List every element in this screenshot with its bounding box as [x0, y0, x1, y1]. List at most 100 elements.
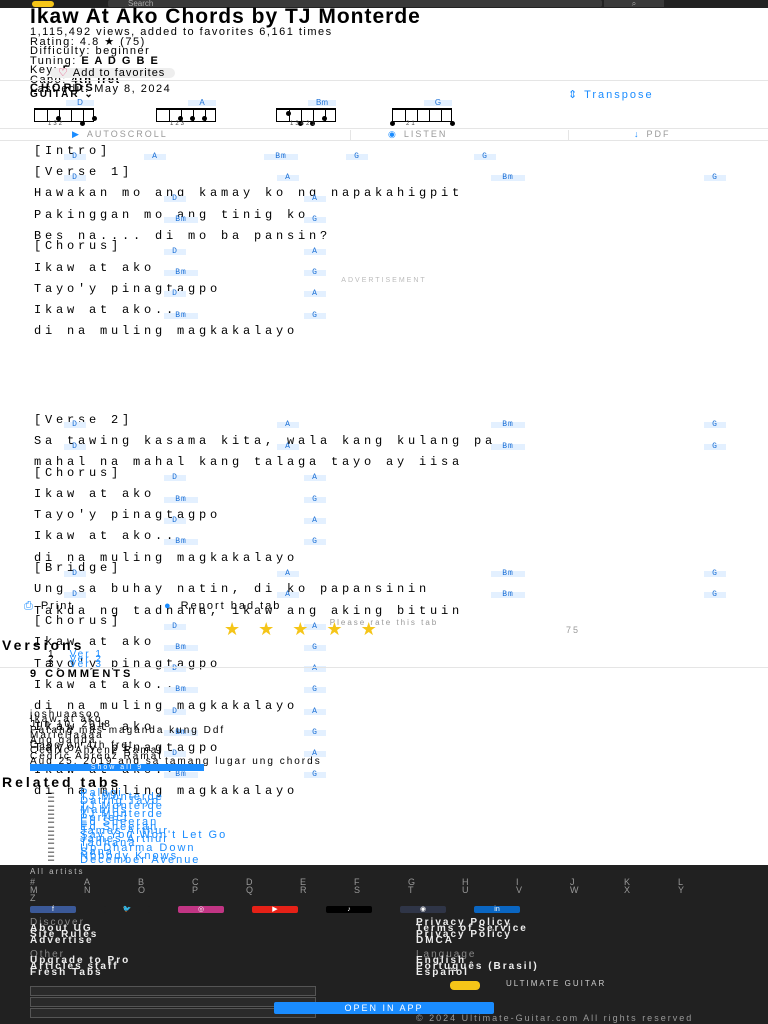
- chord-d[interactable]: D: [164, 516, 186, 524]
- chord-d[interactable]: D: [64, 173, 86, 181]
- chord-g[interactable]: G: [304, 538, 326, 546]
- chord-d[interactable]: D: [64, 591, 86, 599]
- letter-link[interactable]: W: [570, 885, 581, 895]
- chord-bm[interactable]: Bm: [164, 538, 198, 546]
- discord-icon[interactable]: ◉: [400, 906, 446, 913]
- chord-d[interactable]: D: [64, 569, 86, 577]
- chord-g[interactable]: G: [304, 728, 326, 736]
- chord-d[interactable]: D: [164, 707, 186, 715]
- tuning-line: Tuning: E A D G B E: [30, 54, 160, 67]
- chord-g[interactable]: G: [704, 173, 726, 181]
- chord-a[interactable]: A: [304, 290, 326, 298]
- chord-bm[interactable]: Bm: [491, 569, 525, 577]
- chord-a[interactable]: A: [304, 248, 326, 256]
- chord-g[interactable]: G: [304, 216, 326, 224]
- star-icon[interactable]: ★: [361, 619, 395, 639]
- chord-bm[interactable]: Bm: [491, 173, 525, 181]
- chord-a[interactable]: A: [304, 516, 326, 524]
- chord-g[interactable]: G: [304, 269, 326, 277]
- chord-bm[interactable]: Bm: [491, 442, 525, 450]
- chord-g[interactable]: G: [304, 686, 326, 694]
- letter-link[interactable]: O: [138, 885, 147, 895]
- all-artists-link[interactable]: All artists: [30, 867, 84, 876]
- chord-d[interactable]: D: [64, 442, 86, 450]
- chord-g[interactable]: G: [304, 644, 326, 652]
- tiktok-icon[interactable]: ♪: [326, 906, 372, 913]
- instagram-icon[interactable]: ◎: [178, 906, 224, 913]
- instrument-select[interactable]: GUITAR ⌄: [30, 90, 95, 100]
- chord-bm[interactable]: Bm: [164, 644, 198, 652]
- chord-bm[interactable]: Bm: [164, 311, 198, 319]
- chord-d[interactable]: D: [64, 421, 86, 429]
- chord-diagram-bm[interactable]: Bm 13421: [276, 99, 372, 127]
- chord-a[interactable]: A: [304, 474, 326, 482]
- chord-a[interactable]: A: [277, 173, 299, 181]
- chord-g[interactable]: G: [474, 152, 496, 160]
- chord-a[interactable]: A: [144, 152, 166, 160]
- chord-g[interactable]: G: [304, 771, 326, 779]
- letter-link[interactable]: P: [192, 885, 200, 895]
- chord-g[interactable]: G: [704, 421, 726, 429]
- report-bad-tab-button[interactable]: ● Report bad tab: [164, 601, 281, 612]
- chord-bm[interactable]: Bm: [491, 591, 525, 599]
- letter-link[interactable]: X: [624, 885, 632, 895]
- show-all-comments-button[interactable]: Show all 9: [30, 764, 204, 771]
- search-button[interactable]: ⌕: [604, 0, 664, 8]
- chord-diagram-a[interactable]: A 123: [156, 99, 252, 127]
- autoscroll-button[interactable]: ▶ AUTOSCROLL: [72, 129, 168, 140]
- chord-g[interactable]: G: [704, 442, 726, 450]
- chord-a[interactable]: A: [277, 442, 299, 450]
- star-icon[interactable]: ★: [258, 619, 292, 639]
- letter-link[interactable]: T: [408, 885, 416, 895]
- chord-d[interactable]: D: [164, 248, 186, 256]
- chord-g[interactable]: G: [704, 591, 726, 599]
- chord-a[interactable]: A: [304, 195, 326, 203]
- chord-a[interactable]: A: [277, 421, 299, 429]
- rating-stars[interactable]: ★★★★★: [224, 619, 395, 639]
- chord-bm[interactable]: Bm: [264, 152, 298, 160]
- linkedin-icon[interactable]: in: [474, 906, 520, 913]
- chord-diagram-d[interactable]: D 132: [34, 99, 130, 127]
- letter-link[interactable]: Q: [246, 885, 255, 895]
- letter-link[interactable]: U: [462, 885, 471, 895]
- star-icon[interactable]: ★: [224, 619, 258, 639]
- chord-a[interactable]: A: [277, 569, 299, 577]
- letter-link[interactable]: N: [84, 885, 93, 895]
- add-to-favorites-button[interactable]: ♡ Add to favorites: [50, 68, 176, 79]
- star-icon[interactable]: ★: [326, 619, 360, 639]
- letter-link[interactable]: V: [516, 885, 524, 895]
- chord-a[interactable]: A: [277, 591, 299, 599]
- chord-bm[interactable]: Bm: [164, 771, 198, 779]
- chord-g[interactable]: G: [304, 311, 326, 319]
- chord-d[interactable]: D: [164, 290, 186, 298]
- letter-link[interactable]: S: [354, 885, 362, 895]
- chord-bm[interactable]: Bm: [164, 495, 198, 503]
- star-icon[interactable]: ★: [292, 619, 326, 639]
- chord-g[interactable]: G: [704, 569, 726, 577]
- chord-a[interactable]: A: [304, 707, 326, 715]
- chord-name: Bm: [308, 99, 336, 107]
- chord-diagram-g[interactable]: G 21: [390, 99, 488, 127]
- chord-bm[interactable]: Bm: [164, 269, 198, 277]
- chord-bm[interactable]: Bm: [491, 421, 525, 429]
- chord-g[interactable]: G: [346, 152, 368, 160]
- chord-bm[interactable]: Bm: [164, 216, 198, 224]
- letter-link[interactable]: Z: [30, 893, 38, 903]
- chord-d[interactable]: D: [164, 195, 186, 203]
- twitter-icon[interactable]: 🐦: [104, 906, 150, 913]
- letter-link[interactable]: R: [300, 885, 309, 895]
- facebook-icon[interactable]: f: [30, 906, 76, 913]
- chord-g[interactable]: G: [304, 495, 326, 503]
- print-button[interactable]: ⎙ Print: [24, 601, 73, 612]
- chord-bm[interactable]: Bm: [164, 686, 198, 694]
- fingering: 132: [48, 121, 65, 127]
- chord-d[interactable]: D: [64, 152, 86, 160]
- youtube-icon[interactable]: ▶: [252, 906, 298, 913]
- pdf-button[interactable]: ↓ PDF: [634, 129, 671, 140]
- footer-field[interactable]: [30, 986, 316, 996]
- transpose-button[interactable]: ⇕ Transpose: [568, 90, 654, 101]
- letter-link[interactable]: Y: [678, 885, 686, 895]
- chord-d[interactable]: D: [164, 474, 186, 482]
- listen-button[interactable]: ◉ LISTEN: [388, 129, 447, 140]
- copyright: © 2024 Ultimate-Guitar.com All rights re…: [416, 1013, 694, 1023]
